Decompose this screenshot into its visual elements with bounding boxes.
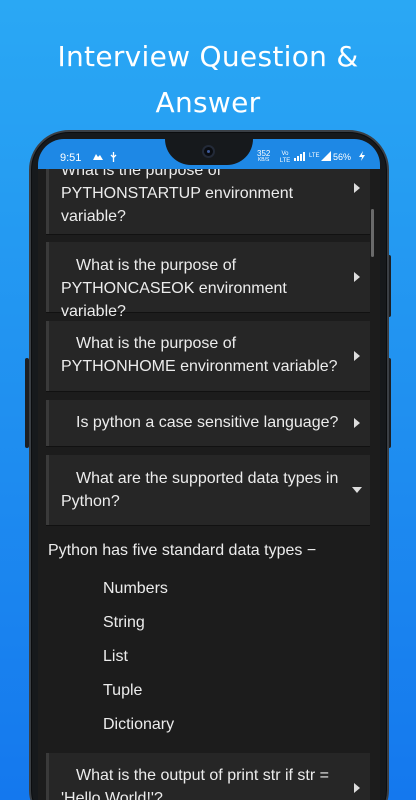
question-card[interactable]: What is the output of print str if str =… — [46, 753, 370, 800]
question-list[interactable]: What is the purpose of PYTHONSTARTUP env… — [38, 169, 380, 800]
front-camera — [202, 145, 215, 158]
network-speed-unit: KB/S — [257, 157, 270, 163]
chevron-right-icon — [354, 783, 360, 793]
promo-title-line-2: Answer — [155, 86, 261, 119]
cell-signal-icon — [321, 151, 331, 163]
question-card[interactable]: What is the purpose of PYTHONHOME enviro… — [46, 321, 370, 391]
answer-item: Tuple — [103, 682, 143, 699]
network-speed-value: 352 — [257, 149, 271, 158]
battery-percent: 56% — [333, 152, 352, 162]
scrollbar[interactable] — [371, 209, 374, 257]
question-text: What is the purpose of PYTHONHOME enviro… — [61, 335, 338, 375]
wifi-signal-icon — [294, 151, 306, 163]
chevron-right-icon — [354, 351, 360, 361]
chevron-right-icon — [354, 418, 360, 428]
answer-item: Numbers — [103, 580, 168, 597]
question-text: What are the supported data types in Pyt… — [61, 470, 339, 510]
question-card[interactable]: What is the purpose of PYTHONSTARTUP env… — [46, 169, 370, 234]
volte-icon: Vo LTE — [279, 151, 291, 164]
phone-screen: 9:51 352 KB/S Vo LTE LTE 56% What is the… — [38, 139, 380, 800]
question-card[interactable]: Is python a case sensitive language? — [46, 400, 370, 446]
chevron-right-icon — [354, 183, 360, 193]
question-text: What is the output of print str if str =… — [61, 767, 329, 800]
promo-title-line-1: Interview Question & — [57, 40, 359, 73]
status-time: 9:51 — [60, 152, 82, 164]
answer-intro: Python has five standard data types − — [48, 542, 317, 559]
question-text: What is the purpose of PYTHONCASEOK envi… — [61, 257, 287, 320]
usb-icon — [110, 152, 117, 164]
answer-item: Dictionary — [103, 716, 175, 733]
question-text: What is the purpose of PYTHONSTARTUP env… — [61, 169, 294, 225]
chevron-down-icon — [352, 487, 362, 493]
question-card-expanded[interactable]: What are the supported data types in Pyt… — [46, 455, 370, 525]
network-speed: 352 KB/S — [257, 150, 270, 164]
answer-item: String — [103, 614, 145, 631]
charging-icon — [359, 151, 365, 163]
answer-item: List — [103, 648, 128, 665]
chevron-right-icon — [354, 272, 360, 282]
notification-icon — [93, 152, 103, 163]
question-card[interactable]: What is the purpose of PYTHONCASEOK envi… — [46, 242, 370, 320]
promo-title: Interview Question & Answer — [0, 34, 416, 126]
lte-label: LTE — [309, 153, 320, 159]
question-text: Is python a case sensitive language? — [76, 414, 339, 431]
